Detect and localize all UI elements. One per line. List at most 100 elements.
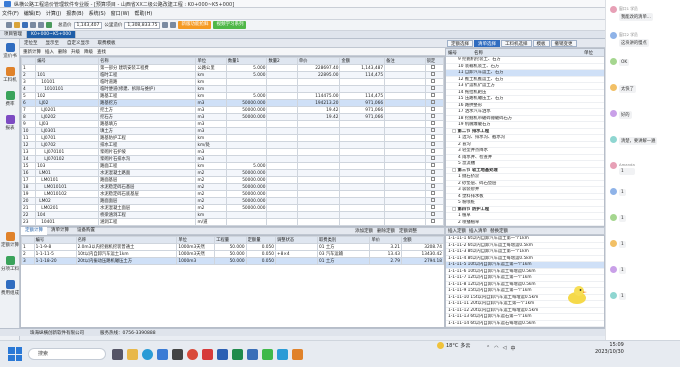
column-header[interactable]: 数量2	[266, 57, 298, 65]
table-cell[interactable]: 1-1-9-8	[33, 243, 77, 251]
table-cell[interactable]: 10t以内自卸汽车运土1km	[75, 250, 178, 258]
menu-system[interactable]: 系统(S)	[89, 10, 106, 17]
word-icon[interactable]	[217, 348, 228, 360]
table-cell[interactable]	[296, 204, 341, 212]
table-row[interactable]: 16 LM01 水泥混凝土路面 m2 50000.000	[21, 169, 444, 177]
table-cell[interactable]	[339, 204, 386, 212]
column-header[interactable]: 单价	[369, 236, 402, 244]
custom-display-button[interactable]: 自定义显示	[63, 40, 94, 46]
table-row[interactable]: 9 LJ03 路基填方 m3	[21, 120, 444, 128]
table-cell[interactable]: 路面基层	[98, 176, 197, 184]
table-cell[interactable]: 涵洞工程	[98, 218, 197, 226]
column-header[interactable]: 编号	[33, 236, 77, 244]
avatar[interactable]	[610, 292, 617, 299]
column-header[interactable]: 金额	[339, 57, 386, 65]
tab-equipment-purchase[interactable]: 设备购置	[73, 227, 99, 235]
table-cell[interactable]: 20	[21, 197, 37, 205]
table-cell[interactable]	[384, 211, 426, 219]
table-cell[interactable]: m3	[195, 127, 227, 135]
undo-icon[interactable]	[30, 22, 36, 28]
table-cell[interactable]: LM0201	[35, 204, 100, 212]
table-cell[interactable]	[266, 64, 298, 72]
table-cell[interactable]: 临时道路	[98, 78, 197, 86]
table-cell[interactable]: m3	[195, 99, 227, 107]
table-cell[interactable]	[339, 183, 386, 191]
table-cell[interactable]	[384, 99, 426, 107]
table-cell[interactable]	[266, 99, 298, 107]
table-cell[interactable]: 50000.000	[225, 190, 268, 198]
lock-checkbox[interactable]	[424, 169, 444, 177]
table-cell[interactable]: 0.050	[245, 257, 277, 265]
table-cell[interactable]: 5.000	[225, 162, 268, 170]
table-cell[interactable]	[384, 127, 426, 135]
table-row[interactable]: 14 LJ070102 浆砌片石排水沟 m3	[21, 155, 444, 163]
locate-to-dropdown[interactable]: 定位至	[20, 40, 42, 46]
table-cell[interactable]: 9	[21, 120, 37, 128]
table-cell[interactable]	[296, 218, 341, 226]
table-cell[interactable]: 公路公里	[195, 64, 227, 72]
table-cell[interactable]	[339, 155, 386, 163]
table-cell[interactable]: m2	[195, 169, 227, 177]
cost-software-icon[interactable]	[247, 348, 258, 360]
table-cell[interactable]	[384, 204, 426, 212]
table-cell[interactable]	[339, 176, 386, 184]
table-cell[interactable]: m2	[195, 190, 227, 198]
table-cell[interactable]	[266, 218, 298, 226]
table-cell[interactable]: km	[195, 92, 227, 100]
table-cell[interactable]: 0.050	[245, 250, 277, 258]
refresh-icon[interactable]	[162, 22, 169, 28]
table-cell[interactable]	[296, 78, 341, 86]
column-header[interactable]: 单价	[296, 57, 341, 65]
table-row[interactable]: 1 1-1-9-8 2.0m3以内挖掘机挖装普通土 1000m3天然 50.000 0.0…	[21, 243, 444, 251]
table-cell[interactable]: 2	[21, 250, 35, 258]
lock-checkbox[interactable]	[424, 211, 444, 219]
table-cell[interactable]	[296, 169, 341, 177]
table-cell[interactable]	[384, 78, 426, 86]
lock-checkbox[interactable]	[424, 92, 444, 100]
table-cell[interactable]	[339, 78, 386, 86]
table-cell[interactable]	[384, 169, 426, 177]
table-cell[interactable]	[384, 92, 426, 100]
lock-checkbox[interactable]	[424, 127, 444, 135]
table-cell[interactable]: LJ0301	[35, 127, 100, 135]
table-cell[interactable]	[296, 134, 341, 142]
table-cell[interactable]	[384, 162, 426, 170]
table-cell[interactable]	[266, 106, 298, 114]
table-cell[interactable]: 2794.18	[400, 257, 444, 265]
table-cell[interactable]: m3	[195, 148, 227, 156]
table-cell[interactable]: 11	[21, 134, 37, 142]
table-row[interactable]: 5 102 路基工程 km 5.000 114475.00 114,475	[21, 92, 444, 100]
table-cell[interactable]	[339, 148, 386, 156]
table-cell[interactable]	[266, 204, 298, 212]
table-row[interactable]: 4 1010101 临时便道(修建、拆除与维护) km	[21, 85, 444, 93]
table-cell[interactable]	[266, 120, 298, 128]
table-cell[interactable]: 填土方	[98, 127, 197, 135]
table-cell[interactable]: 路基防护工程	[98, 134, 197, 142]
table-cell[interactable]	[384, 197, 426, 205]
table-cell[interactable]	[225, 78, 268, 86]
column-header[interactable]: 金额	[400, 236, 444, 244]
table-cell[interactable]	[384, 64, 426, 72]
table-cell[interactable]	[384, 113, 426, 121]
table-cell[interactable]	[384, 176, 426, 184]
table-cell[interactable]: m2	[195, 176, 227, 184]
table-cell[interactable]	[266, 190, 298, 198]
list-item[interactable]: 1-1-11-14 6t以内自卸汽车运石每增运0.5km	[446, 321, 604, 327]
table-cell[interactable]: 水泥混凝土面层	[98, 204, 197, 212]
table-cell[interactable]: 1000m3	[176, 257, 216, 265]
table-cell[interactable]	[339, 162, 386, 170]
table-row[interactable]: 3 10101 临时道路 km	[21, 78, 444, 86]
nav-cost-composition[interactable]: 费用组成	[0, 276, 20, 300]
table-cell[interactable]	[225, 120, 268, 128]
table-cell[interactable]: 101	[35, 71, 100, 79]
table-cell[interactable]: 1-1-11-5	[33, 250, 77, 258]
table-cell[interactable]	[266, 127, 298, 135]
table-cell[interactable]	[225, 211, 268, 219]
table-cell[interactable]: 1000m3天然	[176, 243, 216, 251]
table-cell[interactable]	[384, 85, 426, 93]
table-cell[interactable]	[384, 148, 426, 156]
table-cell[interactable]	[266, 169, 298, 177]
avatar[interactable]	[610, 240, 617, 247]
recalculate-button[interactable]: 重新计算	[23, 49, 41, 55]
table-cell[interactable]: 01 土方	[316, 243, 371, 251]
